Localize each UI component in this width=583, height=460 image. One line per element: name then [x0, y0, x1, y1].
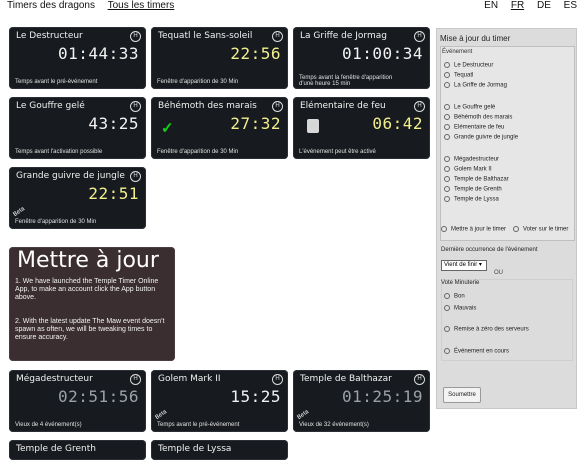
timer-card-behemoth[interactable]: Béhémoth des marais H ✓ 27:32 Fenêtre d'… [151, 97, 288, 159]
top-nav: Timers des dragons Tous les timers [7, 0, 184, 14]
card-subtitle: L'événement peut être activé [299, 149, 376, 155]
radio-destructeur[interactable]: Le Destructeur [444, 62, 493, 69]
card-time: 01:00:34 [341, 44, 423, 63]
card-title: Temple de Lyssa [158, 444, 232, 454]
event-legend: Événement [442, 49, 473, 55]
card-time: 27:32 [230, 114, 281, 133]
beta-badge: Beta [154, 409, 168, 421]
help-icon[interactable]: H [130, 171, 141, 182]
card-title: Elémentaire de feu [300, 101, 386, 111]
card-time: 43:25 [88, 114, 139, 133]
help-icon[interactable]: H [414, 101, 425, 112]
radio-server-reset[interactable]: Remise à zéro des serveurs [444, 326, 529, 333]
help-icon[interactable]: H [130, 31, 141, 42]
timer-card-lyssa[interactable]: Temple de Lyssa [151, 440, 288, 460]
help-icon[interactable]: H [272, 374, 283, 385]
timer-card-tequatl[interactable]: Tequatl le Sans-soleil H 22:56 Fenêtre d… [151, 27, 288, 89]
radio-elementaire[interactable]: Elémentaire de feu [444, 124, 504, 131]
card-title: Temple de Grenth [16, 444, 96, 454]
timer-card-elementaire[interactable]: Elémentaire de feu H 06:42 L'événement p… [293, 97, 430, 159]
card-title: Le Gouffre gelé [16, 101, 85, 111]
card-subtitle: Temps avant le pré-événement [15, 79, 98, 85]
card-time: 15:25 [230, 387, 281, 406]
card-title: Béhémoth des marais [158, 101, 257, 111]
update-heading: Mettre à jour [17, 248, 159, 273]
last-occurrence-label: Dernière occurrence de l'événement [441, 247, 538, 253]
radio-vote-timer[interactable]: Voter sur le timer [513, 226, 568, 233]
help-icon[interactable]: H [130, 101, 141, 112]
timer-card-megadestructeur[interactable]: Mégadestructeur H 02:51:56 Vieux de 4 év… [9, 370, 146, 432]
card-title: Grande guivre de jungle [16, 171, 125, 181]
timer-card-golem[interactable]: Golem Mark II H Beta 15:25 Temps avant l… [151, 370, 288, 432]
timer-card-grenth[interactable]: Temple de Grenth [9, 440, 146, 460]
radio-megadestructeur[interactable]: Mégadestructeur [444, 156, 499, 163]
card-title: La Griffe de Jormag [300, 31, 387, 41]
card-time: 22:56 [230, 44, 281, 63]
radio-grenth[interactable]: Temple de Grenth [444, 186, 502, 193]
vote-label: Vote Minuterie [441, 280, 480, 286]
lang-es[interactable]: ES [564, 0, 577, 11]
submit-button[interactable]: Soumettre [443, 387, 481, 403]
nav-all-timers[interactable]: Tous les timers [108, 0, 175, 11]
card-time: 06:42 [372, 114, 423, 133]
update-panel: Mettre à jour 1. We have launched the Te… [9, 247, 175, 361]
card-subtitle: Fenêtre d'apparition de 30 Min [15, 219, 97, 225]
timer-card-gouffre[interactable]: Le Gouffre gelé H 43:25 Temps avant l'ac… [9, 97, 146, 159]
radio-update-timer[interactable]: Mettre à jour le timer [441, 226, 506, 233]
radio-guivre[interactable]: Grande guivre de jungle [444, 134, 518, 141]
radio-lyssa[interactable]: Temple de Lyssa [444, 196, 499, 203]
or-divider: OU [494, 270, 503, 276]
update-paragraph-2: 2. With the latest update The Maw event … [15, 318, 165, 341]
radio-behemoth[interactable]: Béhémoth des marais [444, 114, 512, 121]
last-occurrence-select[interactable]: Vient de finir ▾ [441, 260, 487, 271]
timer-card-destructeur[interactable]: Le Destructeur H 01:44:33 Temps avant le… [9, 27, 146, 89]
form-heading: Mise à jour du timer [440, 34, 511, 43]
beta-badge: Beta [296, 409, 310, 421]
card-subtitle: Vieux de 32 événement(s) [299, 422, 369, 428]
help-icon[interactable]: H [272, 31, 283, 42]
card-time: 01:25:19 [341, 387, 423, 406]
card-subtitle: Temps avant le pré-événement [157, 422, 240, 428]
help-icon[interactable]: H [414, 31, 425, 42]
card-time: 02:51:56 [57, 387, 139, 406]
language-switcher: EN FR DE ES [474, 0, 577, 11]
radio-balthazar[interactable]: Temple de Balthazar [444, 176, 509, 183]
card-time: 01:44:33 [57, 44, 139, 63]
radio-golem[interactable]: Golem Mark II [444, 166, 492, 173]
card-title: Le Destructeur [16, 31, 83, 41]
card-subtitle: Temps avant l'activation possible [15, 149, 103, 155]
radio-gouffre[interactable]: Le Gouffre gelé [444, 104, 495, 111]
nav-dragon-timers[interactable]: Timers des dragons [7, 0, 95, 11]
timer-card-jormag[interactable]: La Griffe de Jormag H 01:00:34 Temps ava… [293, 27, 430, 89]
card-title: Tequatl le Sans-soleil [158, 31, 253, 41]
timer-card-balthazar[interactable]: Temple de Balthazar H Beta 01:25:19 Vieu… [293, 370, 430, 432]
check-icon: ✓ [161, 120, 174, 137]
lang-en[interactable]: EN [484, 0, 498, 11]
timer-update-form: Mise à jour du timer Événement Le Destru… [436, 28, 577, 409]
help-icon[interactable]: H [272, 101, 283, 112]
card-subtitle: Temps avant la fenêtre d'apparition d'un… [299, 75, 393, 87]
person-icon [307, 119, 319, 133]
radio-jormag[interactable]: La Griffe de Jormag [444, 82, 507, 89]
card-title: Golem Mark II [158, 374, 221, 384]
help-icon[interactable]: H [130, 374, 141, 385]
radio-good[interactable]: Bon [444, 293, 465, 300]
card-subtitle: Fenêtre d'apparition de 30 Min [157, 149, 239, 155]
help-icon[interactable]: H [414, 374, 425, 385]
radio-tequatl[interactable]: Tequatl [444, 72, 473, 79]
radio-bad[interactable]: Mauvais [444, 305, 476, 312]
radio-event-ongoing[interactable]: Événement en cours [444, 348, 509, 355]
beta-badge: Beta [12, 206, 26, 218]
lang-de[interactable]: DE [537, 0, 551, 11]
card-title: Temple de Balthazar [300, 374, 392, 384]
card-title: Mégadestructeur [16, 374, 93, 384]
card-subtitle: Fenêtre d'apparition de 30 Min [157, 79, 239, 85]
timer-card-guivre[interactable]: Grande guivre de jungle H Beta 22:51 Fen… [9, 167, 146, 229]
card-subtitle: Vieux de 4 événement(s) [15, 422, 82, 428]
card-time: 22:51 [88, 184, 139, 203]
lang-fr[interactable]: FR [511, 0, 524, 11]
update-paragraph-1: 1. We have launched the Temple Timer Onl… [15, 278, 159, 301]
